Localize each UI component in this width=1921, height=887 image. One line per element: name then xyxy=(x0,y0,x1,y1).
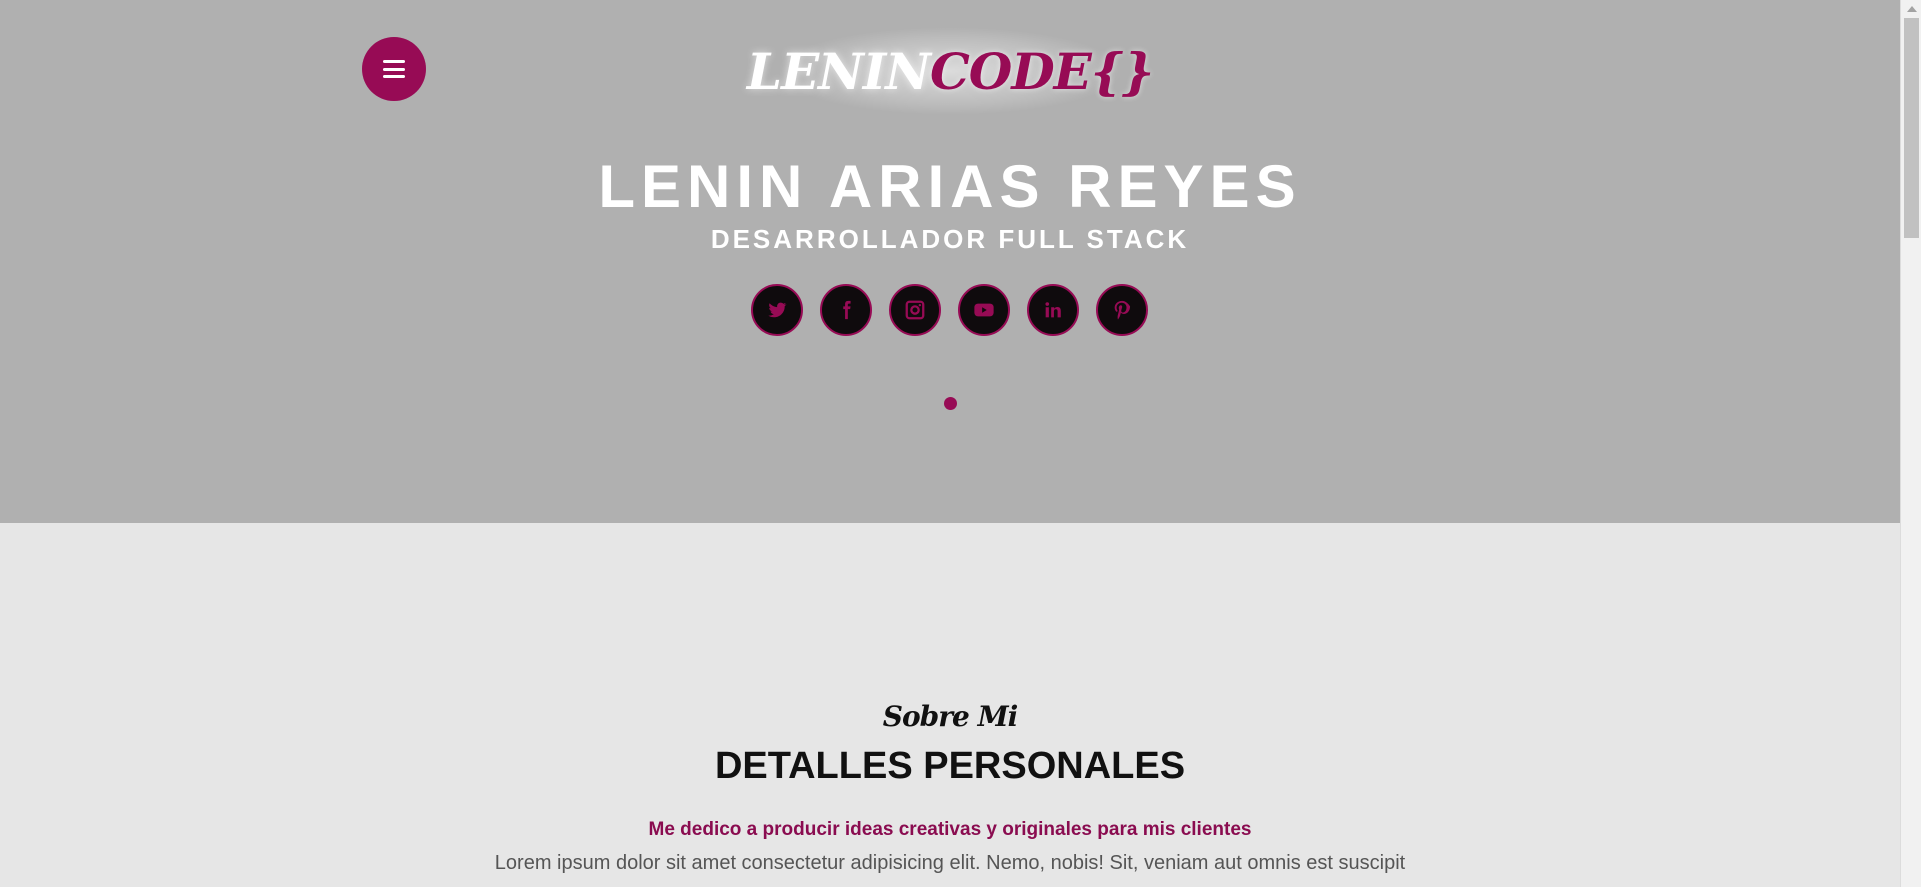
about-section: Sobre Mi DETALLES PERSONALES Me dedico a… xyxy=(0,523,1900,887)
facebook-link[interactable] xyxy=(820,284,872,336)
scroll-indicator-dot[interactable] xyxy=(944,397,957,410)
about-lead: Me dedico a producir ideas creativas y o… xyxy=(648,819,1252,840)
logo-text-accent: CODE{} xyxy=(929,41,1154,101)
hero-name: LENIN ARIAS REYES xyxy=(598,153,1302,220)
hamburger-icon xyxy=(383,60,405,78)
logo-text-white: LENIN xyxy=(746,41,931,101)
hero-section: LENIN CODE{} LENIN ARIAS REYES DESARROLLA… xyxy=(0,0,1900,523)
facebook-icon xyxy=(843,300,851,320)
social-links xyxy=(751,284,1151,338)
instagram-icon xyxy=(905,300,925,320)
linkedin-link[interactable] xyxy=(1027,284,1079,336)
pinterest-icon xyxy=(1114,300,1131,320)
youtube-link[interactable] xyxy=(958,284,1010,336)
vertical-scrollbar[interactable] xyxy=(1900,0,1921,887)
scrollbar-thumb[interactable] xyxy=(1904,18,1919,238)
twitter-icon xyxy=(768,302,787,318)
linkedin-icon xyxy=(1045,302,1061,318)
youtube-icon xyxy=(974,303,994,317)
site-logo[interactable]: LENIN CODE{} xyxy=(747,28,1154,114)
pinterest-link[interactable] xyxy=(1096,284,1148,336)
hero-role: DESARROLLADOR FULL STACK xyxy=(710,224,1190,254)
twitter-link[interactable] xyxy=(751,284,803,336)
menu-button[interactable] xyxy=(362,37,426,101)
scroll-up-arrow-icon[interactable] xyxy=(1907,6,1917,12)
about-title: DETALLES PERSONALES xyxy=(714,745,1186,787)
about-body: Lorem ipsum dolor sit amet consectetur a… xyxy=(494,852,1406,874)
about-kicker: Sobre Mi xyxy=(882,700,1018,733)
page: LENIN CODE{} LENIN ARIAS REYES DESARROLLA… xyxy=(0,0,1900,887)
instagram-link[interactable] xyxy=(889,284,941,336)
